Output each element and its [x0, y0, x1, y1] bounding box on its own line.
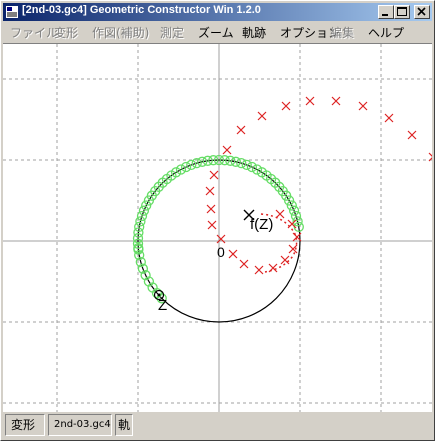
menu-transform[interactable]: 変形 — [54, 24, 78, 41]
trace-fz-crosses — [205, 96, 435, 275]
origin-label: 0 — [217, 244, 225, 260]
trace-z-circles — [132, 154, 304, 304]
menu-edit[interactable]: 編集 — [330, 24, 354, 41]
trace-fz-marker — [257, 111, 267, 121]
trace-fz-marker — [358, 101, 368, 111]
menu-bar: ファイル 変形 作図(補助) 測定 ズーム 軌跡 オプション 編集 ヘルプ — [3, 22, 432, 42]
trace-fz-marker — [209, 170, 219, 180]
trace-fz-marker — [205, 186, 215, 196]
point-fz[interactable]: f(Z) — [243, 209, 273, 233]
menu-construct-aux[interactable]: 作図(補助) — [92, 24, 149, 41]
point-z-label: Z — [158, 297, 167, 314]
menu-file[interactable]: ファイル — [10, 24, 58, 41]
trace-fz-marker — [254, 265, 264, 275]
grid-lines — [3, 44, 432, 412]
point-fz-label: f(Z) — [250, 216, 273, 233]
status-mode: 変形 — [5, 414, 45, 436]
geometry-view[interactable]: Z f(Z) 0 — [3, 44, 435, 412]
drawing-canvas[interactable]: Z f(Z) 0 — [3, 43, 435, 412]
app-window: [2nd-03.gc4] Geometric Constructor Win 1… — [0, 0, 435, 441]
trace-fz-marker — [222, 145, 232, 155]
trace-fz-marker — [207, 220, 217, 230]
maximize-icon — [397, 7, 407, 16]
trace-fz-marker — [206, 204, 216, 214]
app-icon[interactable] — [6, 6, 18, 18]
trace-fz-marker — [216, 234, 226, 244]
window-title: [2nd-03.gc4] Geometric Constructor Win 1… — [22, 4, 261, 16]
minimize-button[interactable] — [378, 5, 394, 19]
close-button[interactable] — [414, 5, 430, 19]
trace-fz-marker — [384, 113, 394, 123]
menu-zoom[interactable]: ズーム — [198, 24, 234, 41]
title-bar[interactable]: [2nd-03.gc4] Geometric Constructor Win 1… — [3, 3, 432, 21]
menu-trace[interactable]: 軌跡 — [242, 24, 266, 41]
trace-fz-marker — [331, 96, 341, 106]
status-file: 2nd-03.gc4 — [48, 414, 112, 436]
trace-fz-marker — [280, 255, 290, 265]
close-icon — [417, 7, 426, 16]
trace-fz-marker — [239, 259, 249, 269]
trace-fz-marker — [228, 249, 238, 259]
status-bar: 変形 2nd-03.gc4 軌 — [3, 412, 432, 438]
trace-fz-marker — [407, 130, 417, 140]
status-trace: 軌 — [115, 414, 133, 436]
trace-fz-marker — [275, 209, 285, 219]
menu-measure[interactable]: 測定 — [160, 24, 184, 41]
trace-fz-marker — [281, 101, 291, 111]
maximize-button[interactable] — [394, 5, 410, 19]
menu-help[interactable]: ヘルプ — [368, 24, 404, 41]
trace-fz-marker — [236, 125, 246, 135]
minimize-icon — [382, 14, 388, 16]
trace-fz-marker — [305, 96, 315, 106]
axes — [3, 44, 432, 412]
